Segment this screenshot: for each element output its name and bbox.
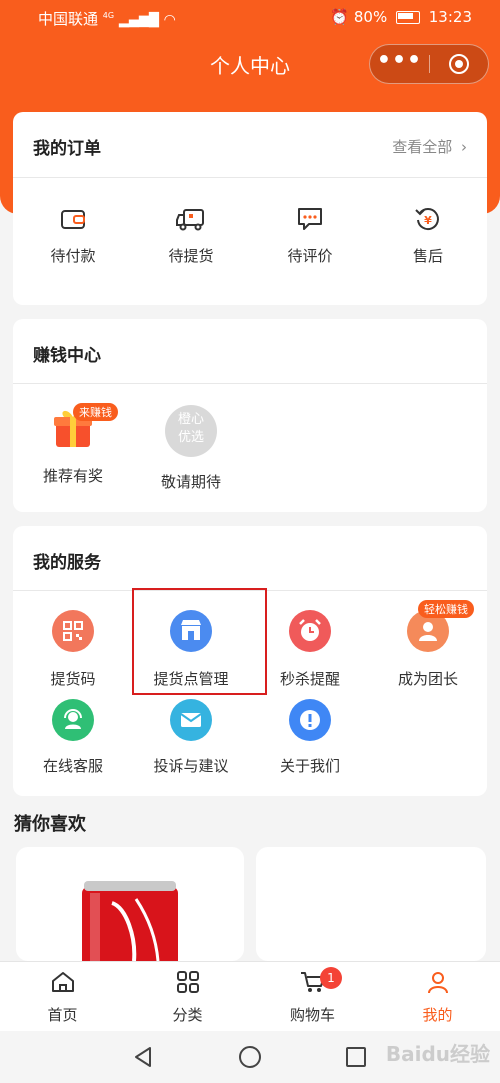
info-icon: [289, 699, 331, 741]
capsule-divider: [429, 55, 430, 73]
network-text: 4G: [102, 11, 115, 20]
battery-percent: 80%: [353, 8, 388, 26]
order-after-sales-label: 售后: [412, 247, 443, 265]
qrcode-icon: [52, 610, 94, 652]
watermark-logo: Baidu经验: [385, 1042, 490, 1066]
chat-icon: [298, 208, 322, 230]
order-pending-pickup-label: 待提货: [168, 247, 214, 265]
back-icon[interactable]: [132, 1045, 154, 1069]
alarm-icon: [289, 610, 331, 652]
chevron-right-icon: ›: [461, 138, 467, 156]
tab-cart-label: 购物车: [289, 1006, 335, 1024]
tab-home-label: 首页: [47, 1006, 78, 1024]
tab-category[interactable]: 分类: [125, 970, 250, 1025]
logo-placeholder-text: 橙心优选: [177, 412, 204, 445]
orders-divider: [13, 177, 487, 178]
service-complaints-label: 投诉与建议: [153, 757, 229, 775]
service-online-support[interactable]: 在线客服: [13, 699, 133, 776]
service-become-leader-label: 成为团长: [397, 670, 458, 688]
soda-can-image: [82, 881, 178, 961]
clock-text: 13:23: [428, 8, 472, 26]
tab-category-label: 分类: [172, 1006, 203, 1024]
close-miniprogram-button[interactable]: [449, 54, 469, 74]
tab-bar: 首页 分类 购物车 1 我的: [0, 961, 500, 1032]
services-title: 我的服务: [33, 553, 101, 573]
headset-icon: [52, 699, 94, 741]
mail-icon: [170, 699, 212, 741]
tab-cart[interactable]: 购物车: [250, 970, 375, 1025]
referral-reward-label: 推荐有奖: [42, 467, 103, 485]
easy-earn-tag: 轻松赚钱: [418, 600, 474, 618]
logo-placeholder-icon: 橙心优选: [165, 405, 217, 457]
earn-card: 赚钱中心 推荐有奖 来赚钱 橙心优选 敬请期待: [13, 319, 487, 512]
carrier-text: 中国联通: [38, 10, 99, 28]
wifi-icon: ◠: [163, 12, 176, 28]
highlight-box: [132, 588, 267, 695]
battery-icon: [395, 11, 420, 24]
product-card[interactable]: [256, 847, 486, 961]
refund-icon: ¥: [415, 208, 439, 231]
orders-title: 我的订单: [33, 139, 101, 159]
truck-icon: [176, 209, 204, 231]
order-pending-payment[interactable]: 待付款: [13, 205, 133, 266]
order-pending-payment-label: 待付款: [50, 247, 96, 265]
grid-icon: [176, 971, 199, 993]
earn-title: 赚钱中心: [33, 346, 101, 366]
order-pending-pickup[interactable]: 待提货: [131, 205, 251, 266]
wallet-icon: [61, 210, 85, 229]
service-flash-sale-reminder-label: 秒杀提醒: [279, 670, 340, 688]
status-right: ⏰ 80% 13:23: [330, 8, 472, 26]
orders-card: 我的订单 查看全部 › 待付款 待提货 待评价 ¥ 售后: [13, 112, 487, 305]
alarm-status-icon: ⏰: [330, 8, 350, 26]
coming-soon-label: 敬请期待: [160, 473, 221, 491]
signal-icon: ▂▄▆█: [118, 13, 159, 28]
product-card[interactable]: [16, 847, 244, 961]
tab-home[interactable]: 首页: [0, 970, 125, 1025]
service-about-us-label: 关于我们: [279, 757, 340, 775]
order-pending-review-label: 待评价: [287, 247, 333, 265]
earn-divider: [13, 383, 487, 384]
service-flash-sale-reminder[interactable]: 秒杀提醒: [250, 610, 370, 689]
order-pending-review[interactable]: 待评价: [250, 205, 370, 266]
service-online-support-label: 在线客服: [42, 757, 103, 775]
recent-apps-icon[interactable]: [344, 1045, 368, 1069]
more-button[interactable]: •••: [370, 45, 429, 83]
miniprogram-capsule: •••: [369, 44, 489, 84]
earn-money-tag: 来赚钱: [73, 403, 118, 421]
order-after-sales[interactable]: ¥ 售后: [368, 205, 488, 266]
referral-reward-item[interactable]: 推荐有奖 来赚钱: [13, 403, 133, 486]
status-left: 中国联通 4G ▂▄▆█ ◠: [38, 8, 176, 29]
view-all-label: 查看全部: [392, 138, 453, 156]
view-all-orders-link[interactable]: 查看全部 ›: [392, 136, 467, 157]
service-pickup-code[interactable]: 提货码: [13, 610, 133, 689]
service-complaints[interactable]: 投诉与建议: [131, 699, 251, 776]
home-icon: [51, 972, 74, 992]
guess-title: 猜你喜欢: [14, 814, 86, 835]
user-icon: [427, 972, 448, 994]
service-about-us[interactable]: 关于我们: [250, 699, 370, 776]
tab-mine[interactable]: 我的: [375, 970, 500, 1025]
home-circle-icon[interactable]: [237, 1044, 263, 1070]
cart-count-badge: 1: [320, 967, 342, 989]
service-become-leader[interactable]: 成为团长 轻松赚钱: [368, 600, 488, 689]
tab-mine-label: 我的: [422, 1006, 453, 1024]
status-bar: 中国联通 4G ▂▄▆█ ◠ ⏰ 80% 13:23: [0, 0, 500, 36]
svg-text:¥: ¥: [424, 214, 432, 227]
service-pickup-code-label: 提货码: [50, 670, 96, 688]
coming-soon-item: 橙心优选 敬请期待: [131, 405, 251, 492]
